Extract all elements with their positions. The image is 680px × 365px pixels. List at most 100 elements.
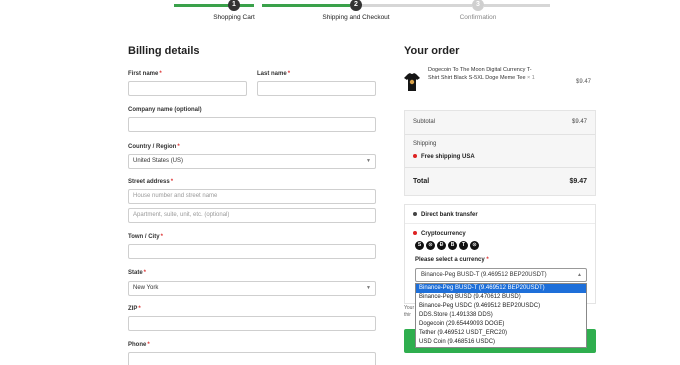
radio-icon bbox=[413, 212, 417, 217]
chevron-down-icon: ▼ bbox=[366, 285, 371, 291]
phone-field[interactable] bbox=[128, 352, 376, 365]
currency-option[interactable]: DDS.Store (1.491338 DDS) bbox=[416, 311, 586, 320]
state-select[interactable]: New York ▼ bbox=[128, 281, 376, 296]
required-mark: * bbox=[170, 179, 174, 185]
zip-field[interactable] bbox=[128, 316, 376, 331]
payment-bank-transfer[interactable]: Direct bank transfer bbox=[413, 212, 478, 218]
step-1-label[interactable]: Shopping Cart bbox=[189, 14, 279, 21]
city-label-text: Town / City bbox=[128, 234, 160, 240]
product-name: Dogecoin To The Moon Digital Currency T-… bbox=[428, 66, 538, 82]
currency-option[interactable]: Binance-Peg BUSD (9.470612 BUSD) bbox=[416, 293, 586, 302]
last-name-label-text: Last name bbox=[257, 71, 287, 77]
usd-coin-icon: ⊙ bbox=[470, 241, 479, 250]
currency-dropdown: Binance-Peg BUSD-T (9.469512 BEP20USDT) … bbox=[415, 283, 587, 348]
state-label-text: State bbox=[128, 270, 143, 276]
company-field[interactable] bbox=[128, 117, 376, 132]
currency-option[interactable]: Binance-Peg USDC (9.469512 BEP20USDC) bbox=[416, 302, 586, 311]
state-value: New York bbox=[133, 285, 159, 291]
phone-label-text: Phone bbox=[128, 342, 147, 348]
payment-cryptocurrency[interactable]: Cryptocurrency bbox=[413, 231, 466, 237]
company-label: Company name (optional) bbox=[128, 107, 202, 113]
city-field[interactable] bbox=[128, 244, 376, 259]
required-mark: * bbox=[147, 342, 150, 348]
order-title: Your order bbox=[404, 45, 460, 57]
order-summary: Subtotal $9.47 Shipping Free shipping USA… bbox=[404, 110, 596, 196]
shipping-label: Shipping bbox=[413, 141, 437, 147]
product-price: $9.47 bbox=[576, 79, 592, 85]
tether-icon: T bbox=[459, 241, 468, 250]
street-placeholder: House number and street name bbox=[133, 193, 218, 199]
phone-label: Phone* bbox=[128, 342, 150, 348]
currency-label: Please select a currency * bbox=[415, 257, 489, 263]
currency-label-text: Please select a currency bbox=[415, 257, 485, 263]
required-mark: * bbox=[177, 144, 180, 150]
shipping-option-text: Free shipping USA bbox=[421, 154, 475, 160]
required-mark: * bbox=[287, 71, 291, 77]
last-name-label: Last name* bbox=[257, 71, 290, 77]
divider bbox=[405, 167, 595, 168]
divider bbox=[405, 134, 595, 135]
stablecoin-icon: S bbox=[415, 241, 424, 250]
step-3-circle: 3 bbox=[472, 0, 484, 11]
subtotal-value: $9.47 bbox=[571, 119, 587, 125]
tshirt-image bbox=[404, 73, 420, 91]
divider bbox=[405, 223, 595, 224]
country-value: United States (US) bbox=[133, 158, 184, 164]
required-mark: * bbox=[143, 270, 147, 276]
street-label: Street address* bbox=[128, 179, 173, 185]
total-label: Total bbox=[413, 178, 430, 185]
progress-line-3 bbox=[360, 4, 472, 7]
bank-label: Direct bank transfer bbox=[421, 212, 478, 218]
radio-selected-icon bbox=[413, 231, 417, 236]
step-1-circle: 1 bbox=[228, 0, 240, 11]
total-value: $9.47 bbox=[569, 178, 587, 185]
currency-option[interactable]: Binance-Peg BUSD-T (9.469512 BEP20USDT) bbox=[416, 284, 586, 293]
city-label: Town / City* bbox=[128, 234, 163, 240]
zip-label-text: ZIP bbox=[128, 306, 138, 312]
product-name-text: Dogecoin To The Moon Digital Currency T-… bbox=[428, 67, 532, 81]
first-name-label: First name* bbox=[128, 71, 162, 77]
apartment-field[interactable]: Apartment, suite, unit, etc. (optional) bbox=[128, 208, 376, 223]
zip-label: ZIP* bbox=[128, 306, 141, 312]
apartment-placeholder: Apartment, suite, unit, etc. (optional) bbox=[133, 212, 230, 218]
crypto-label: Cryptocurrency bbox=[421, 231, 466, 237]
currency-option[interactable]: Dogecoin (29.65449093 DOGE) bbox=[416, 320, 586, 329]
currency-option[interactable]: Tether (9.469512 USDT_ERC20) bbox=[416, 329, 586, 338]
street-label-text: Street address bbox=[128, 179, 170, 185]
total-row: Total $9.47 bbox=[413, 178, 587, 185]
last-name-field[interactable] bbox=[257, 81, 376, 96]
shipping-option[interactable]: Free shipping USA bbox=[413, 154, 587, 160]
required-mark: * bbox=[159, 71, 162, 77]
checkout-progress: 1 2 3 Shopping Cart Shipping and Checkou… bbox=[0, 0, 680, 30]
subtotal-row: Subtotal $9.47 bbox=[413, 119, 587, 125]
currency-select[interactable]: Binance-Peg BUSD-T (9.469512 BEP20USDT) ▲ bbox=[415, 268, 587, 282]
country-select[interactable]: United States (US) ▼ bbox=[128, 154, 376, 169]
country-label: Country / Region* bbox=[128, 144, 180, 150]
required-mark: * bbox=[486, 257, 489, 263]
crypto-coin-icons: S ⊙ Ð B T ⊙ bbox=[415, 241, 479, 251]
progress-line-4 bbox=[484, 4, 550, 7]
progress-line-2 bbox=[262, 4, 350, 7]
first-name-label-text: First name bbox=[128, 71, 159, 77]
dogecoin-icon: Ð bbox=[437, 241, 446, 250]
step-2-circle: 2 bbox=[350, 0, 362, 11]
state-label: State* bbox=[128, 270, 146, 276]
required-mark: * bbox=[138, 306, 141, 312]
chevron-down-icon: ▼ bbox=[366, 158, 371, 164]
first-name-field[interactable] bbox=[128, 81, 247, 96]
progress-line-1 bbox=[174, 4, 254, 7]
step-2-label[interactable]: Shipping and Checkout bbox=[311, 14, 401, 21]
street-field[interactable]: House number and street name bbox=[128, 189, 376, 204]
required-mark: * bbox=[160, 234, 163, 240]
radio-selected-icon bbox=[413, 154, 417, 159]
country-label-text: Country / Region bbox=[128, 144, 177, 150]
currency-selected-value: Binance-Peg BUSD-T (9.469512 BEP20USDT) bbox=[421, 272, 547, 278]
chevron-down-icon: ▲ bbox=[577, 272, 582, 278]
currency-option[interactable]: USD Coin (9.468516 USDC) bbox=[416, 338, 586, 347]
product-qty: × 1 bbox=[527, 75, 535, 81]
step-3-label: Confirmation bbox=[459, 14, 497, 21]
billing-title: Billing details bbox=[128, 45, 200, 57]
subtotal-label: Subtotal bbox=[413, 119, 436, 125]
usdc-icon: ⊙ bbox=[426, 241, 435, 250]
bitcoin-icon: B bbox=[448, 241, 457, 250]
